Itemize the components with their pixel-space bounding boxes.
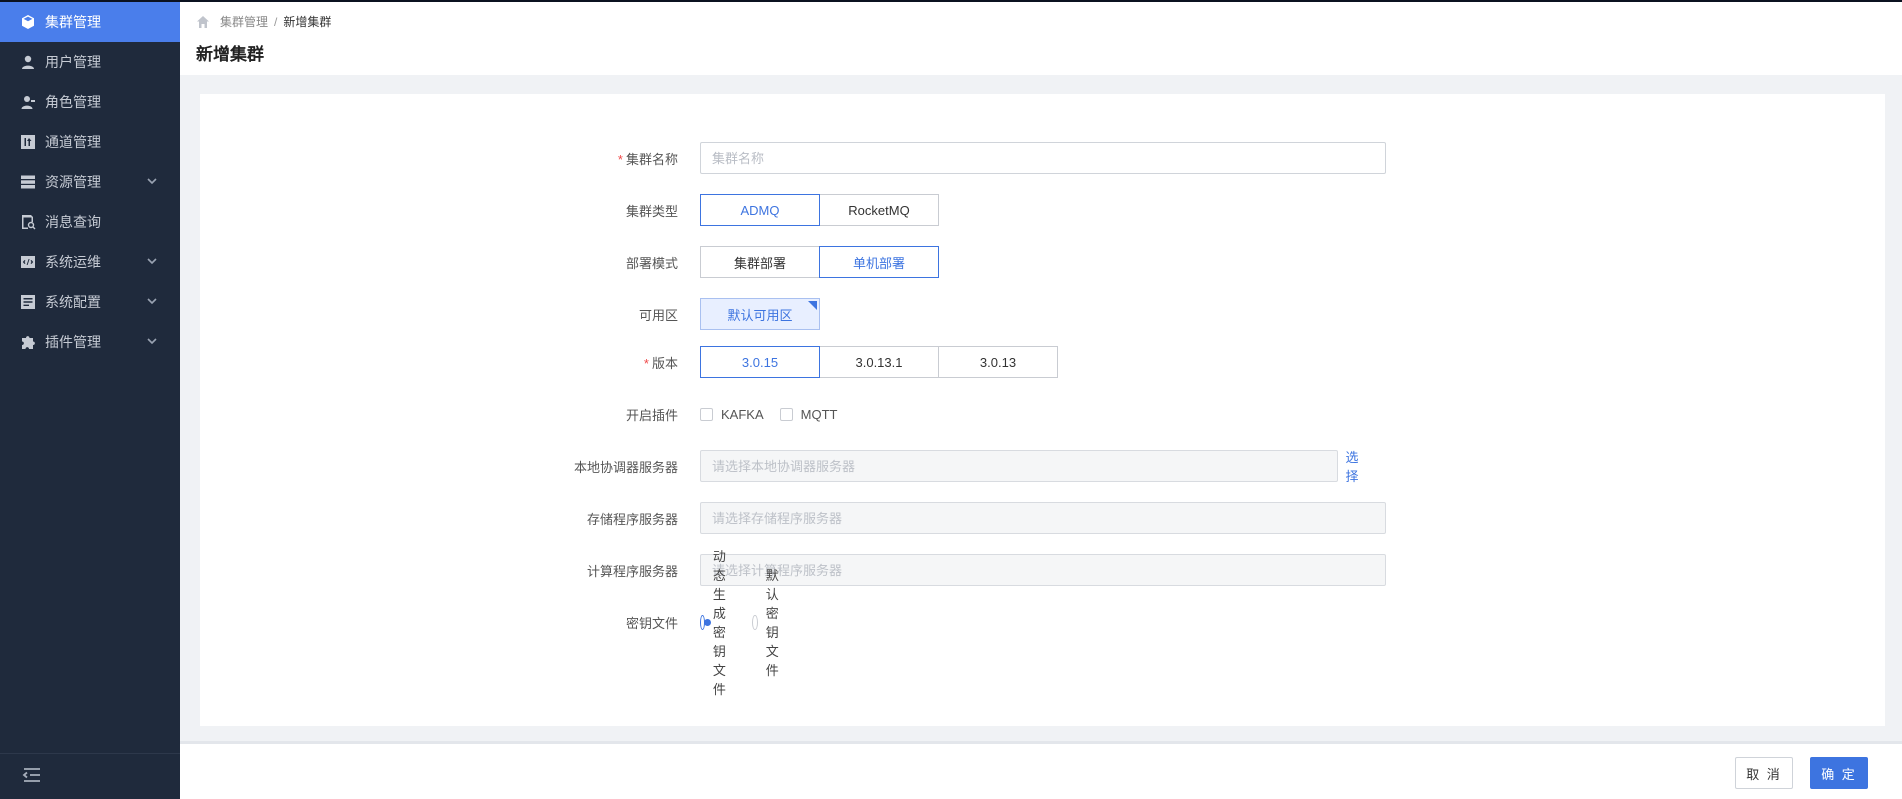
deploy-mode-label: 部署模式 bbox=[625, 255, 678, 271]
coordinator-label: 本地协调器服务器 bbox=[573, 459, 678, 475]
zone-option-default[interactable]: 默认可用区 bbox=[700, 298, 820, 330]
sidebar-item-plugins[interactable]: 插件管理 bbox=[0, 322, 180, 362]
sidebar-item-label: 集群管理 bbox=[45, 14, 101, 30]
breadcrumb-separator: / bbox=[274, 14, 278, 29]
user-icon bbox=[20, 54, 36, 70]
keyfile-dynamic-label: 动态生成密钥文件 bbox=[712, 549, 726, 697]
deploy-mode-group: 集群部署 单机部署 bbox=[700, 246, 939, 278]
plugin-mqtt-label: MQTT bbox=[800, 406, 838, 422]
menu-fold-icon bbox=[22, 766, 42, 787]
sidebar-item-resources[interactable]: 资源管理 bbox=[0, 162, 180, 202]
code-icon bbox=[20, 254, 36, 270]
breadcrumb-current: 新增集群 bbox=[283, 15, 332, 29]
home-icon[interactable] bbox=[196, 15, 210, 29]
sidebar-collapse-toggle[interactable] bbox=[0, 753, 180, 799]
breadcrumb-parent[interactable]: 集群管理 bbox=[220, 13, 268, 30]
sidebar-item-message-query[interactable]: 消息查询 bbox=[0, 202, 180, 242]
sidebar-item-label: 消息查询 bbox=[45, 214, 101, 230]
required-mark: * bbox=[617, 151, 623, 167]
selected-corner-icon bbox=[808, 301, 817, 310]
deploy-option-cluster[interactable]: 集群部署 bbox=[700, 246, 820, 278]
chevron-down-icon bbox=[146, 174, 162, 190]
confirm-button[interactable]: 确 定 bbox=[1810, 757, 1868, 789]
sidebar-item-label: 插件管理 bbox=[45, 334, 101, 350]
coordinator-select-link[interactable]: 选择 bbox=[1346, 447, 1372, 485]
cluster-type-option-rocketmq[interactable]: RocketMQ bbox=[819, 194, 939, 226]
version-option-3-0-13-1[interactable]: 3.0.13.1 bbox=[819, 346, 939, 378]
sidebar: 集群管理 用户管理 角色管理 通道管理 资源管理 消息查询 系统运维 系统配置 … bbox=[0, 0, 180, 799]
cluster-name-label: 集群名称 bbox=[625, 151, 678, 167]
sidebar-item-config[interactable]: 系统配置 bbox=[0, 282, 180, 322]
radio-button[interactable] bbox=[752, 614, 758, 630]
cluster-name-input[interactable] bbox=[700, 142, 1386, 174]
page-header: 集群管理 / 新增集群 新增集群 bbox=[180, 0, 1902, 75]
channel-icon bbox=[20, 134, 36, 150]
keyfile-default-label: 默认密钥文件 bbox=[765, 568, 779, 678]
sidebar-item-label: 通道管理 bbox=[45, 134, 101, 150]
plugins-group: KAFKA MQTT bbox=[700, 407, 853, 422]
sidebar-item-label: 资源管理 bbox=[45, 174, 101, 190]
compute-label: 计算程序服务器 bbox=[586, 563, 678, 579]
role-icon bbox=[20, 94, 36, 110]
sidebar-item-label: 角色管理 bbox=[45, 94, 101, 110]
required-mark: * bbox=[643, 355, 649, 371]
plugins-label: 开启插件 bbox=[625, 407, 678, 423]
keyfile-option-default[interactable]: 默认密钥文件 bbox=[752, 565, 788, 679]
chevron-down-icon bbox=[146, 254, 162, 270]
keyfile-radio-group: 动态生成密钥文件 默认密钥文件 bbox=[700, 546, 804, 698]
zone-label: 可用区 bbox=[638, 307, 678, 323]
field-label: * 集群名称 bbox=[200, 149, 678, 168]
server-icon bbox=[20, 174, 36, 190]
version-label: 版本 bbox=[651, 355, 678, 371]
storage-input[interactable] bbox=[700, 502, 1386, 534]
sidebar-item-label: 用户管理 bbox=[45, 54, 101, 70]
storage-label: 存储程序服务器 bbox=[586, 511, 678, 527]
version-option-3-0-13[interactable]: 3.0.13 bbox=[938, 346, 1058, 378]
sidebar-item-label: 系统运维 bbox=[45, 254, 101, 270]
cancel-button[interactable]: 取 消 bbox=[1735, 757, 1793, 789]
checkbox-box[interactable] bbox=[700, 407, 713, 421]
version-option-3-0-15[interactable]: 3.0.15 bbox=[700, 346, 820, 378]
form-footer: 取 消 确 定 bbox=[180, 744, 1902, 799]
keyfile-option-dynamic[interactable]: 动态生成密钥文件 bbox=[700, 546, 736, 698]
sidebar-item-channels[interactable]: 通道管理 bbox=[0, 122, 180, 162]
sidebar-item-cluster[interactable]: 集群管理 bbox=[0, 2, 180, 42]
breadcrumb: 集群管理 / 新增集群 bbox=[196, 13, 331, 30]
sidebar-item-ops[interactable]: 系统运维 bbox=[0, 242, 180, 282]
keyfile-label: 密钥文件 bbox=[625, 615, 678, 631]
zone-option-label: 默认可用区 bbox=[727, 307, 793, 323]
plugin-kafka-checkbox[interactable]: KAFKA bbox=[700, 407, 764, 422]
cluster-type-label: 集群类型 bbox=[625, 203, 678, 219]
sidebar-item-users[interactable]: 用户管理 bbox=[0, 42, 180, 82]
version-group: 3.0.15 3.0.13.1 3.0.13 bbox=[700, 346, 1058, 378]
cube-icon bbox=[20, 14, 36, 30]
sidebar-item-roles[interactable]: 角色管理 bbox=[0, 82, 180, 122]
deploy-option-standalone[interactable]: 单机部署 bbox=[819, 246, 939, 278]
page-title: 新增集群 bbox=[196, 45, 264, 64]
radio-button[interactable] bbox=[700, 614, 711, 630]
config-icon bbox=[20, 294, 36, 310]
doc-search-icon bbox=[20, 214, 36, 230]
cluster-type-option-admq[interactable]: ADMQ bbox=[700, 194, 820, 226]
plugin-kafka-label: KAFKA bbox=[721, 406, 764, 422]
checkbox-box[interactable] bbox=[779, 407, 793, 421]
form-card: *集群名称 集群类型 ADMQ RocketMQ 部署模式 集群部署 单机部署 … bbox=[200, 94, 1885, 726]
chevron-down-icon bbox=[146, 334, 162, 350]
sidebar-item-label: 系统配置 bbox=[45, 294, 101, 310]
chevron-down-icon bbox=[146, 294, 162, 310]
cluster-type-group: ADMQ RocketMQ bbox=[700, 194, 939, 226]
puzzle-icon bbox=[20, 334, 36, 350]
zone-group: 默认可用区 bbox=[700, 298, 820, 330]
coordinator-input[interactable] bbox=[700, 450, 1338, 482]
field-label: * 版本 bbox=[200, 353, 678, 372]
plugin-mqtt-checkbox[interactable]: MQTT bbox=[779, 406, 838, 422]
